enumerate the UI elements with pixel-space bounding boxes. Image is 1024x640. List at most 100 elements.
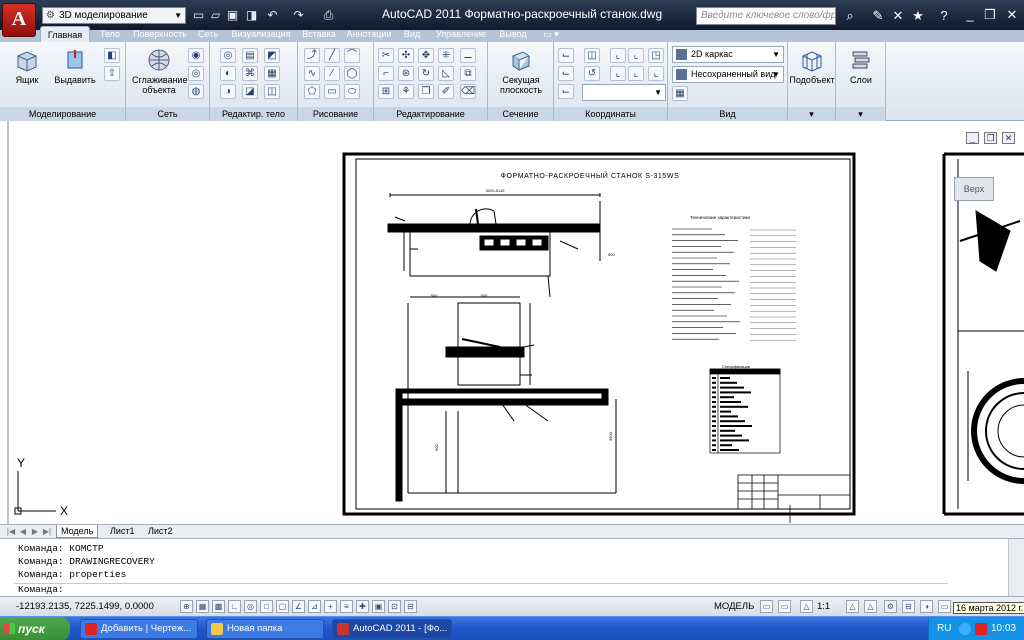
tray-network-icon[interactable] (959, 623, 971, 635)
first-tab-icon[interactable]: |◀ (6, 526, 16, 537)
layout-tab-model[interactable]: Модель (56, 525, 99, 538)
selection-cycling-icon[interactable]: ⊡ (388, 600, 401, 613)
tab-insert[interactable]: Вставка (300, 26, 338, 42)
viewcube[interactable]: Верх (954, 177, 994, 201)
clean-screen-icon[interactable]: ▭ (938, 600, 951, 613)
mesh-crease-icon[interactable]: ◍ (188, 84, 204, 99)
annotation-scale-value[interactable]: 1:1 (817, 601, 830, 612)
rectangle-icon[interactable]: ▭ (324, 84, 340, 99)
model-space-toggle[interactable]: МОДЕЛЬ (714, 601, 754, 612)
command-scrollbar[interactable] (1008, 539, 1024, 597)
extrude-button[interactable]: Выдавить (52, 46, 98, 102)
tab-solid[interactable]: Тело (94, 26, 126, 42)
rotate-icon[interactable]: ✣ (398, 48, 414, 63)
shell-icon[interactable]: ▤ (242, 48, 258, 63)
section-plane-button[interactable]: Секущая плоскость (494, 46, 548, 102)
ucs-named-icon[interactable]: ◳ (648, 48, 664, 63)
viewport-close-icon[interactable]: ✕ (1002, 132, 1015, 144)
object-snap-tracking-icon[interactable]: ∠ (292, 600, 305, 613)
last-tab-icon[interactable]: ▶| (42, 526, 52, 537)
command-input[interactable]: Команда: (14, 583, 948, 596)
circle-icon[interactable]: ◯ (344, 66, 360, 81)
solid-history-icon[interactable]: ◧ (104, 48, 120, 63)
quick-view-layouts-icon[interactable]: ▭ (760, 600, 773, 613)
tab-surface[interactable]: Поверхность (130, 26, 190, 42)
application-menu-button[interactable]: A (2, 3, 36, 37)
mesh-box-icon[interactable]: ◉ (188, 48, 204, 63)
spline-icon[interactable]: ∿ (304, 66, 320, 81)
ucs-object-icon[interactable]: ⌞ (648, 66, 664, 81)
auto-scale-icon[interactable]: △ (864, 600, 877, 613)
language-indicator[interactable]: RU (937, 617, 951, 640)
plot-icon[interactable]: ⎙ (320, 7, 337, 24)
extract-edges-icon[interactable]: ▦ (264, 66, 280, 81)
ucs-select[interactable]: ▼ (582, 84, 666, 101)
quick-view-drawings-icon[interactable]: ▭ (778, 600, 791, 613)
binoculars-icon[interactable]: ⌕ (842, 7, 858, 24)
panel-label-coordinates[interactable]: Координаты (554, 107, 667, 121)
union-icon[interactable]: ◎ (220, 48, 236, 63)
taskbar-item-folder[interactable]: Новая папка (206, 619, 324, 639)
annotation-scale-icon[interactable]: △ (800, 600, 813, 613)
ucs-y-icon[interactable]: ⌞ (628, 48, 644, 63)
restore-button[interactable]: ❐ (980, 6, 1000, 24)
help-icon[interactable]: ? (936, 7, 952, 24)
tools-icon[interactable]: ✎ (870, 7, 886, 24)
3d-move-icon[interactable]: ⊞ (378, 84, 394, 99)
panel-label-modeling[interactable]: Моделирование (0, 107, 125, 121)
polar-tracking-icon[interactable]: ◎ (244, 600, 257, 613)
workspace-select[interactable]: ⚙ 3D моделирование ▼ (42, 7, 186, 24)
panel-label-solid-editing[interactable]: Редактир. тело (210, 107, 297, 121)
box-button[interactable]: Ящик (4, 46, 50, 102)
panel-label-subobject-expand[interactable]: ▾ (788, 107, 835, 121)
next-tab-icon[interactable]: ▶ (30, 526, 40, 537)
ortho-mode-icon[interactable]: ∟ (228, 600, 241, 613)
move-icon[interactable]: ✥ (418, 48, 434, 63)
object-snap-icon[interactable]: □ (260, 600, 273, 613)
viewport-minimize-icon[interactable]: _ (966, 132, 979, 144)
exchange-icon[interactable]: ✕ (890, 7, 906, 24)
infer-constraints-icon[interactable]: ⊕ (180, 600, 193, 613)
grid-display-icon[interactable]: ▩ (212, 600, 225, 613)
ucs-z-icon[interactable]: ⌞ (610, 66, 626, 81)
save-icon[interactable]: ▣ (224, 7, 241, 24)
visual-style-select[interactable]: 2D каркас ▼ (672, 46, 784, 63)
panel-label-section[interactable]: Сечение (488, 107, 553, 121)
isolate-objects-icon[interactable]: ◑ (920, 600, 933, 613)
minimize-button[interactable]: _ (960, 6, 980, 24)
refresh-icon[interactable]: ↻ (418, 66, 434, 81)
lineweight-icon[interactable]: ≡ (340, 600, 353, 613)
3d-align-icon[interactable]: ⚘ (398, 84, 414, 99)
slice-icon[interactable]: ◩ (264, 48, 280, 63)
arc-icon[interactable]: ⌒ (344, 48, 360, 63)
snap-mode-icon[interactable]: ▦ (196, 600, 209, 613)
tab-render[interactable]: Визуализация (228, 26, 294, 42)
dynamic-input-icon[interactable]: + (324, 600, 337, 613)
subtract-icon[interactable]: ◐ (220, 66, 236, 81)
subobject-button[interactable]: Подобъект (789, 46, 835, 102)
taskbar-item-opera[interactable]: Добавить | Чертеж... (80, 619, 198, 639)
ucs-3point-icon[interactable]: ⌙ (558, 84, 574, 99)
3d-object-snap-icon[interactable]: ▢ (276, 600, 289, 613)
intersect-icon[interactable]: ◑ (220, 84, 236, 99)
redo-icon[interactable]: ↷ (290, 7, 307, 24)
join-icon[interactable]: ⚊ (460, 48, 476, 63)
taskbar-item-autocad[interactable]: AutoCAD 2011 - [Фо... (332, 619, 452, 639)
clock[interactable]: 10:03 (991, 617, 1016, 640)
viewports-icon[interactable]: ▦ (672, 86, 688, 101)
tab-options-icon[interactable]: ▭ ▾ (536, 26, 566, 42)
transparency-icon[interactable]: ✚ (356, 600, 369, 613)
ellipse-icon[interactable]: ⬭ (344, 84, 360, 99)
explode-icon[interactable]: ⊛ (398, 66, 414, 81)
trim-icon[interactable]: ✂ (378, 48, 394, 63)
copy-icon[interactable]: ❐ (418, 84, 434, 99)
ray-icon[interactable]: ⁄ (324, 66, 340, 81)
stretch-icon[interactable]: ◺ (438, 66, 454, 81)
ucs-world-icon[interactable]: ◫ (584, 48, 600, 63)
imprint-icon[interactable]: ◪ (242, 84, 258, 99)
tab-output[interactable]: Вывод (496, 26, 530, 42)
presspull-icon[interactable]: ⇧ (104, 66, 120, 81)
panel-label-view[interactable]: Вид (668, 107, 787, 121)
tab-mesh[interactable]: Сеть (194, 26, 222, 42)
line-icon[interactable]: ╱ (324, 48, 340, 63)
